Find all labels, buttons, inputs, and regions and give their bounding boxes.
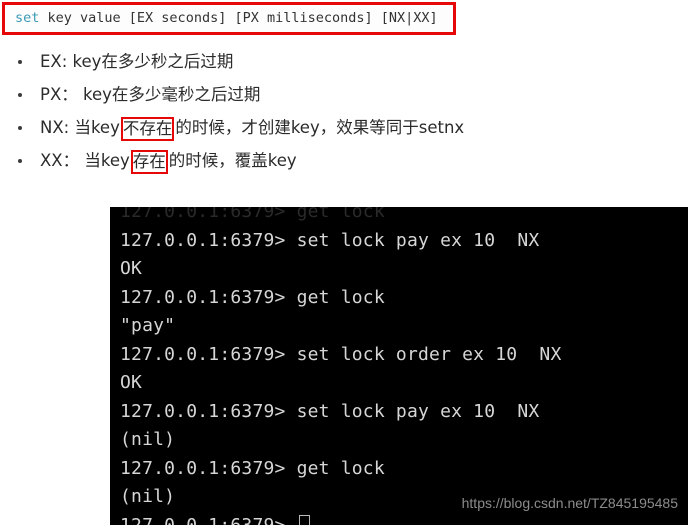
bullet-text: EX: key在多少秒之后过期	[40, 52, 234, 71]
bullet-text: NX: 当key	[40, 118, 120, 137]
terminal-line: 127.0.0.1:6379> set lock pay ex 10 NX	[120, 229, 540, 251]
terminal-line: 127.0.0.1:6379> get lock	[120, 457, 385, 479]
terminal-line: "pay"	[120, 315, 176, 336]
syntax-code-block: set key value [EX seconds] [PX milliseco…	[2, 2, 456, 35]
code-signature: key value [EX seconds] [PX milliseconds]…	[39, 9, 438, 26]
code-keyword: set	[15, 9, 40, 26]
terminal-line: 127.0.0.1:6379> get lock	[120, 207, 385, 222]
list-item: XX： 当key 存在 的时候，覆盖key	[0, 147, 560, 174]
bullet-text-tail: 的时候，覆盖key	[168, 151, 297, 170]
bullet-text: XX： 当key	[40, 151, 130, 170]
syntax-code-line: set key value [EX seconds] [PX milliseco…	[15, 9, 438, 26]
watermark-url: https://blog.csdn.net/TZ845195485	[461, 495, 678, 511]
terminal-line: 127.0.0.1:6379> set lock order ex 10 NX	[120, 343, 562, 365]
list-item: EX: key在多少秒之后过期	[0, 48, 560, 75]
bullet-text-tail: 的时候，才创建key，效果等同于setnx	[175, 118, 465, 137]
terminal-line: 127.0.0.1:6379> get lock	[120, 286, 385, 308]
highlight-box-exist: 存在	[130, 150, 168, 174]
terminal-prompt-line[interactable]: 127.0.0.1:6379>	[110, 512, 688, 525]
terminal-line: OK	[120, 372, 143, 393]
bullet-text: PX： key在多少毫秒之后过期	[40, 85, 261, 104]
option-bullet-list: EX: key在多少秒之后过期 PX： key在多少毫秒之后过期 NX: 当ke…	[0, 48, 560, 180]
terminal-line: (nil)	[120, 429, 176, 450]
redis-cli-terminal[interactable]: 127.0.0.1:6379> get lock 127.0.0.1:6379>…	[110, 207, 688, 525]
list-item: PX： key在多少毫秒之后过期	[0, 81, 560, 108]
list-item: NX: 当key 不存在 的时候，才创建key，效果等同于setnx	[0, 114, 560, 141]
terminal-output: 127.0.0.1:6379> get lock 127.0.0.1:6379>…	[110, 207, 688, 525]
terminal-line: OK	[120, 258, 143, 279]
terminal-line: 127.0.0.1:6379> set lock pay ex 10 NX	[120, 400, 540, 422]
terminal-prompt: 127.0.0.1:6379>	[120, 514, 297, 525]
highlight-box-not-exist: 不存在	[120, 117, 175, 141]
terminal-cursor	[298, 514, 310, 525]
